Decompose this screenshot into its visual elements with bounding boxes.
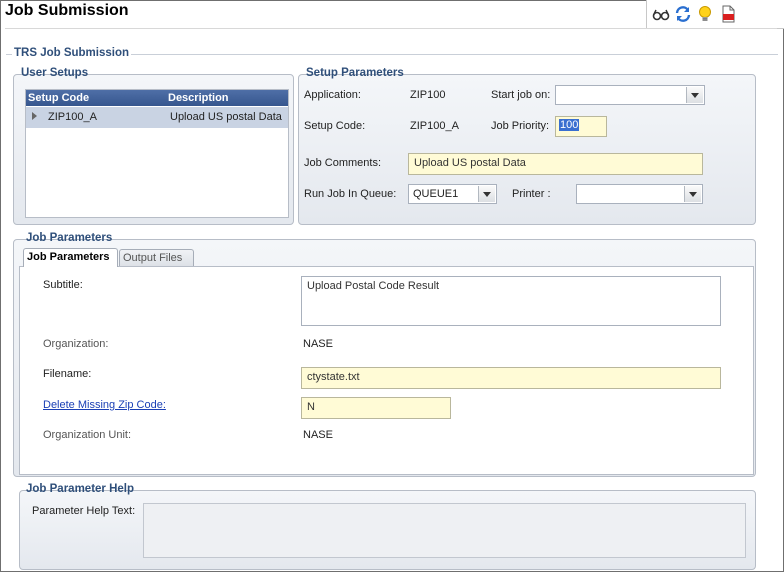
application-value: ZIP100 bbox=[410, 89, 446, 101]
job-priority-label: Job Priority: bbox=[491, 120, 550, 132]
toolbar bbox=[646, 0, 784, 29]
organization-unit-label: Organization Unit: bbox=[43, 429, 132, 441]
run-queue-dropdown[interactable]: QUEUE1 bbox=[408, 184, 497, 204]
start-job-dropdown[interactable] bbox=[555, 85, 705, 105]
setup-code-value: ZIP100_A bbox=[410, 120, 459, 132]
row-description: Upload US postal Data bbox=[170, 111, 282, 123]
printer-label: Printer : bbox=[512, 188, 551, 200]
chevron-down-icon[interactable] bbox=[686, 87, 703, 103]
filename-value: ctystate.txt bbox=[307, 371, 360, 383]
job-parameters-legend: Job Parameters bbox=[26, 232, 113, 244]
chevron-down-icon[interactable] bbox=[478, 186, 495, 202]
row-setup-code: ZIP100_A bbox=[48, 111, 97, 123]
subtitle-textarea[interactable]: Upload Postal Code Result bbox=[301, 276, 721, 326]
row-selector-arrow-icon bbox=[32, 112, 37, 120]
delete-missing-zip-value: N bbox=[307, 401, 315, 413]
job-comments-input[interactable]: Upload US postal Data bbox=[408, 153, 703, 175]
page-title: Job Submission bbox=[5, 2, 129, 19]
job-comments-value: Upload US postal Data bbox=[414, 157, 526, 169]
run-queue-label: Run Job In Queue: bbox=[304, 188, 397, 200]
tab-job-parameters[interactable]: Job Parameters bbox=[23, 248, 118, 267]
printer-dropdown[interactable] bbox=[576, 184, 703, 204]
application-label: Application: bbox=[304, 89, 361, 101]
subtitle-value: Upload Postal Code Result bbox=[307, 280, 440, 292]
delete-missing-zip-input[interactable]: N bbox=[301, 397, 451, 419]
job-priority-value: 100 bbox=[559, 119, 580, 131]
pdf-report-icon[interactable] bbox=[719, 5, 737, 23]
column-header-description[interactable]: Description bbox=[168, 92, 229, 104]
column-header-setup-code[interactable]: Setup Code bbox=[28, 92, 89, 104]
refresh-icon[interactable] bbox=[674, 5, 692, 23]
start-job-label: Start job on: bbox=[491, 89, 551, 101]
glasses-icon[interactable] bbox=[652, 5, 670, 23]
job-priority-input[interactable]: 100 bbox=[555, 116, 607, 137]
lightbulb-icon[interactable] bbox=[696, 5, 714, 23]
job-parameter-help-legend: Job Parameter Help bbox=[26, 483, 135, 495]
organization-label: Organization: bbox=[43, 338, 109, 350]
organization-value: NASE bbox=[303, 338, 333, 350]
job-comments-label: Job Comments: bbox=[304, 157, 382, 169]
grid-header: Setup Code Description bbox=[26, 90, 288, 106]
organization-unit-value: NASE bbox=[303, 429, 333, 441]
parameter-help-textarea[interactable] bbox=[143, 503, 746, 558]
title-divider bbox=[5, 28, 777, 29]
subtitle-label: Subtitle: bbox=[43, 279, 83, 291]
table-row[interactable]: ZIP100_A Upload US postal Data bbox=[26, 107, 288, 128]
run-queue-value: QUEUE1 bbox=[413, 188, 459, 200]
filename-input[interactable]: ctystate.txt bbox=[301, 367, 721, 389]
tab-output-files[interactable]: Output Files bbox=[119, 249, 194, 266]
user-setups-grid: Setup Code Description ZIP100_A Upload U… bbox=[25, 89, 289, 218]
parameter-help-text-label: Parameter Help Text: bbox=[32, 505, 136, 517]
setup-code-label: Setup Code: bbox=[304, 120, 366, 132]
filename-label: Filename: bbox=[43, 368, 92, 380]
trs-legend: TRS Job Submission bbox=[12, 47, 132, 59]
chevron-down-icon[interactable] bbox=[684, 186, 701, 202]
setup-parameters-legend: Setup Parameters bbox=[306, 67, 404, 79]
user-setups-legend: User Setups bbox=[21, 67, 89, 79]
delete-missing-zip-link[interactable]: Delete Missing Zip Code: bbox=[43, 399, 166, 411]
